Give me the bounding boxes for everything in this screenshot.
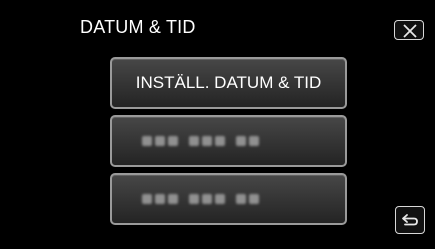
page-title: DATUM & TID bbox=[80, 17, 196, 37]
set-date-time-button[interactable]: INSTÄLL. DATUM & TID bbox=[110, 57, 347, 109]
date-time-option-button-2[interactable] bbox=[110, 115, 347, 167]
blurred-label bbox=[142, 136, 267, 148]
return-arrow-icon bbox=[402, 214, 418, 226]
screen: DATUM & TID INSTÄLL. DATUM & TID bbox=[0, 0, 435, 249]
close-icon bbox=[403, 24, 417, 38]
set-date-time-label: INSTÄLL. DATUM & TID bbox=[135, 73, 322, 92]
close-button[interactable] bbox=[394, 20, 424, 40]
back-button[interactable] bbox=[395, 206, 425, 234]
blurred-label bbox=[142, 194, 267, 206]
date-time-option-button-3[interactable] bbox=[110, 173, 347, 225]
